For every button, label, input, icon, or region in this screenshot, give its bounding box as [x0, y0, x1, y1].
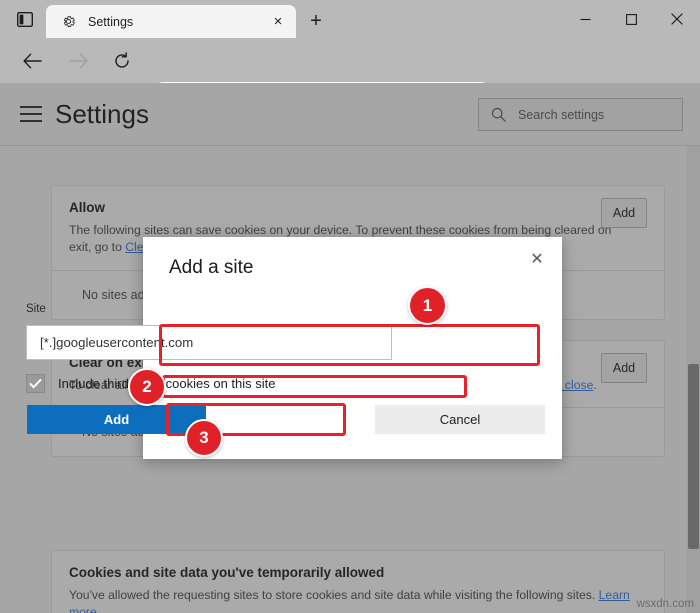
- browser-toolbar: Edge edge://settings/content/cookies: [0, 38, 700, 83]
- gear-icon: [60, 13, 77, 30]
- site-field-label: Site: [26, 303, 46, 315]
- annotation-badge-3: 3: [185, 419, 223, 457]
- annotation-highlight-site-input: [159, 324, 540, 366]
- tab-actions-icon[interactable]: [15, 10, 35, 28]
- dialog-title: Add a site: [169, 257, 254, 279]
- new-tab-button[interactable]: +: [303, 9, 329, 33]
- close-icon[interactable]: ×: [266, 10, 290, 34]
- annotation-badge-1: 1: [408, 286, 447, 325]
- forward-button[interactable]: [62, 45, 94, 77]
- close-window-button[interactable]: [654, 0, 700, 38]
- window-controls: [562, 0, 700, 38]
- third-party-cookies-checkbox[interactable]: [26, 374, 45, 393]
- minimize-button[interactable]: [562, 0, 608, 38]
- close-icon[interactable]: ✕: [522, 245, 552, 273]
- title-bar: Settings × +: [0, 0, 700, 38]
- tab-title: Settings: [88, 15, 266, 29]
- annotation-badge-2: 2: [128, 368, 166, 406]
- annotation-highlight-checkbox: [162, 375, 467, 398]
- back-button[interactable]: [16, 45, 48, 77]
- maximize-button[interactable]: [608, 0, 654, 38]
- browser-window: Settings × +: [0, 0, 700, 613]
- browser-tab-settings[interactable]: Settings ×: [46, 5, 296, 38]
- refresh-button[interactable]: [106, 45, 138, 77]
- dialog-cancel-button[interactable]: Cancel: [375, 405, 545, 434]
- watermark: wsxdn.com: [636, 598, 694, 610]
